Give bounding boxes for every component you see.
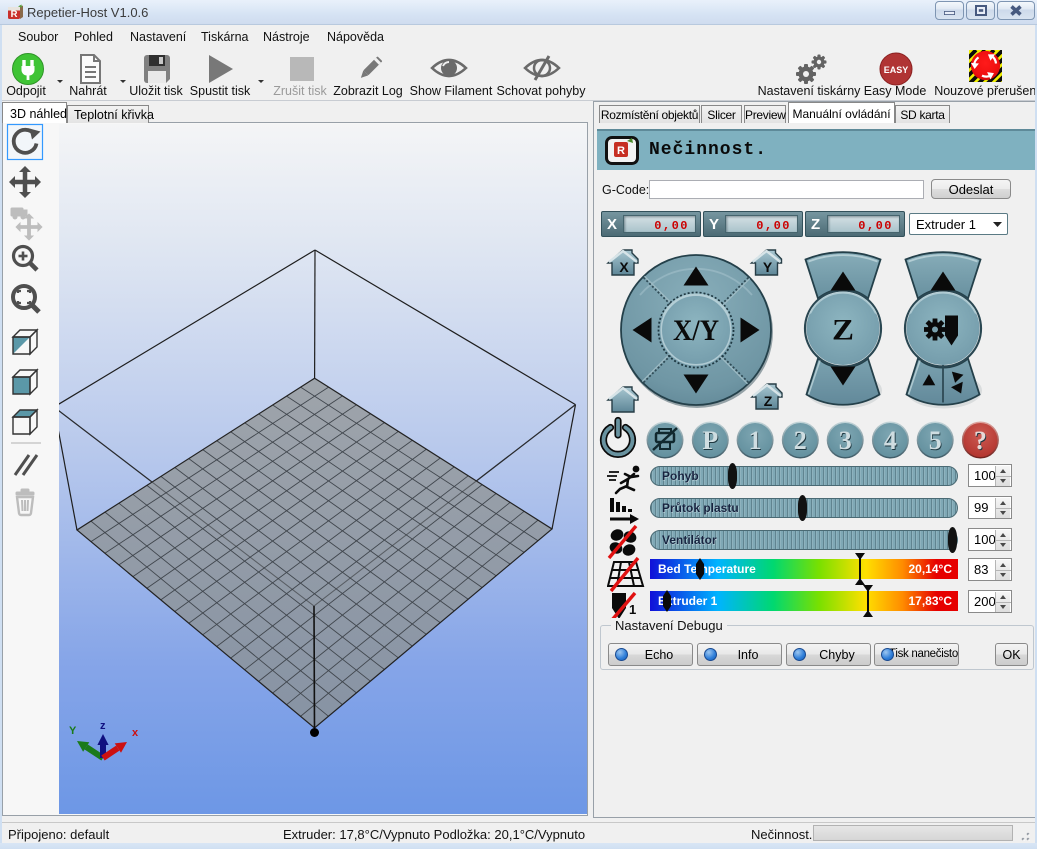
svg-text:z: z: [100, 720, 106, 732]
svg-text:Z: Z: [832, 314, 854, 347]
svg-text:3: 3: [839, 426, 852, 455]
svg-text:X/Y: X/Y: [673, 314, 719, 347]
svg-text:5: 5: [929, 426, 942, 455]
svg-text:Y: Y: [763, 259, 773, 275]
svg-text:Z: Z: [764, 393, 773, 409]
svg-text:2: 2: [794, 426, 807, 455]
svg-text:1: 1: [749, 426, 762, 455]
svg-text:P: P: [702, 426, 718, 455]
svg-text:EASY: EASY: [884, 65, 909, 75]
svg-text:4: 4: [884, 426, 897, 455]
svg-text:R: R: [11, 9, 18, 20]
svg-text:x: x: [132, 727, 139, 739]
svg-text:R: R: [617, 145, 625, 157]
svg-text:?: ?: [974, 426, 987, 455]
svg-text:1: 1: [629, 602, 636, 617]
svg-text:X: X: [619, 259, 629, 275]
svg-text:Y: Y: [69, 725, 77, 737]
